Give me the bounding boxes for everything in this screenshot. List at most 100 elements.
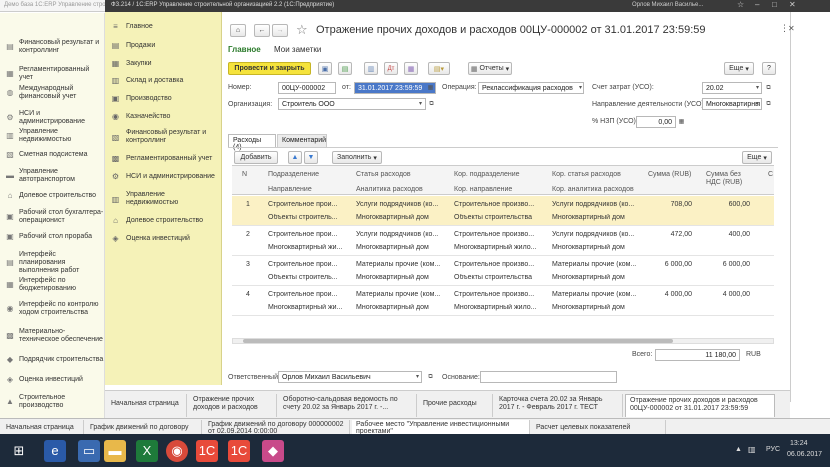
star-icon[interactable]: ☆ [296,22,308,38]
back-sidebar-item[interactable]: ▬ Управление автотранспортом [6,168,104,184]
reports-button[interactable]: ▦ Отчеты ▾ [468,62,512,75]
window-user[interactable]: Орлов Михаил Василье... [632,2,703,8]
calculator-icon[interactable]: ▦ [677,117,686,127]
row-cor-analytics[interactable]: Многоквартирный дом [552,304,642,311]
back-sidebar-item[interactable]: ⌂ Долевое строительство [6,192,104,200]
sidebar-item-shared-construction[interactable]: ⌂ Долевое строительство [111,216,219,225]
back-sidebar-item[interactable]: ◉ Интерфейс по контролю ходом строительст… [6,301,104,317]
tab-comment[interactable]: Комментарий [277,134,327,147]
sidebar-item-treasury[interactable]: ◉ Казначейство [111,112,219,121]
col-expense-analytics[interactable]: Аналитика расходов [356,186,423,193]
chevron-down-icon[interactable]: ▾ [753,83,762,93]
back-sidebar-item[interactable]: ▤ Финансовый результат и контроллинг [6,39,104,55]
window-tab-active[interactable]: Отражение прочих доходов и расходов 00ЦУ… [625,394,775,417]
nzp-field[interactable]: 0,00 [636,116,676,128]
row-dept[interactable]: Строительное прои... [268,201,350,208]
post-and-close-button[interactable]: Провести и закрыть [228,62,311,75]
col-expense-item[interactable]: Статья расходов [356,171,411,178]
window-tab[interactable]: Начальная страница [107,394,187,417]
row-cor-direction[interactable]: Многоквартирный жило... [454,244,546,251]
outer-tab[interactable]: График движений по договору 000000002 от… [204,420,350,435]
tab-expenses[interactable]: Расходы (4) [228,134,276,151]
col-cor-dept[interactable]: Кор. подразделение [454,171,520,178]
row-cor-analytics[interactable]: Многоквартирный дом [552,214,642,221]
fill-button[interactable]: Заполнить ▾ [332,151,382,164]
tab-my-notes[interactable]: Мои заметки [274,45,321,54]
col-dept[interactable]: Подразделение [268,171,319,178]
row-cor-analytics[interactable]: Многоквартирный дом [552,244,642,251]
row-cor-dept[interactable]: Строительное произво... [454,201,546,208]
row-cor-direction[interactable]: Объекты строительства [454,274,546,281]
sidebar-item-production[interactable]: ▣ Производство [111,94,219,103]
sidebar-item-sales[interactable]: ▤ Продажи [111,41,219,50]
open-icon[interactable]: ⧉ [427,99,436,109]
basis-field[interactable] [480,371,617,383]
table-hscrollbar[interactable] [232,338,774,344]
table-row[interactable]: 3 Строительное прои... Объекты строитель… [232,256,774,286]
col-sum[interactable]: Сумма (RUB) [648,171,692,179]
sidebar-item-purchases[interactable]: ▦ Закупки [111,59,219,68]
row-cor-direction[interactable]: Объекты строительства [454,214,546,221]
window-tab[interactable]: Отражение прочих доходов и расходов [189,394,277,417]
back-sidebar-item[interactable]: ▩ Материально-техническое обеспечение [6,328,104,344]
excel-icon[interactable]: X [136,440,158,462]
row-sum-net[interactable]: 6 000,00 [706,261,750,268]
onec-icon[interactable]: 1С [196,440,218,462]
more-button[interactable]: Еще ▾ [724,62,754,75]
col-cor-item[interactable]: Кор. статья расходов [552,171,621,178]
outer-tab[interactable]: График движений по договору [86,420,202,435]
row-cor-item[interactable]: Материалы прочие (ком... [552,291,642,298]
sidebar-item-realty[interactable]: ▥ Управление недвижимостью [111,191,219,207]
row-cor-dept[interactable]: Строительное произво... [454,291,546,298]
back-sidebar-item[interactable]: ▦ Регламентированный учет [6,66,104,82]
row-cor-dept[interactable]: Строительное произво... [454,261,546,268]
back-sidebar-item[interactable]: ▤ Интерфейс планирования выполнения работ [6,251,104,275]
row-sum-net[interactable]: 600,00 [706,201,750,208]
sidebar-item-finance[interactable]: ▧ Финансовый результат и контроллинг [111,129,219,145]
outer-tab-active[interactable]: Рабочее место "Управление инвестиционным… [352,420,530,435]
window-tab[interactable]: Прочие расходы [419,394,493,417]
table-more-button[interactable]: Еще ▾ [742,151,772,164]
row-direction[interactable]: Объекты строитель... [268,214,350,221]
window-tab[interactable]: Оборотно-сальдовая ведомость по счету 20… [279,394,417,417]
row-expense-item[interactable]: Материалы прочие (ком... [356,261,448,268]
row-dept[interactable]: Строительное прои... [268,231,350,238]
window-maximize[interactable]: □ [772,0,777,9]
ie-icon[interactable]: e [44,440,66,462]
sidebar-item-regulated[interactable]: ▩ Регламентированный учет [111,154,219,163]
table-row[interactable]: 4 Строительное прои... Многоквартирный ж… [232,286,774,316]
row-expense-analytics[interactable]: Многоквартирный дом [356,274,448,281]
row-cor-direction[interactable]: Многоквартирный жило... [454,304,546,311]
row-dept[interactable]: Строительное прои... [268,291,350,298]
row-expense-item[interactable]: Услуги подрядчиков (ко... [356,201,448,208]
organization-field[interactable]: Строитель ООО [278,98,426,110]
structure-button[interactable]: ▦ [404,62,418,75]
folder-icon[interactable]: ▬ [104,440,126,462]
responsible-field[interactable]: Орлов Михаил Васильевич [278,371,422,383]
explorer-icon[interactable]: ▭ [78,440,100,462]
row-cor-item[interactable]: Услуги подрядчиков (ко... [552,201,642,208]
row-sum[interactable]: 472,00 [648,231,692,238]
row-sum[interactable]: 6 000,00 [648,261,692,268]
back-sidebar-item[interactable]: ▣ Рабочий стол бухгалтера-операционист [6,209,104,225]
back-sidebar-item[interactable]: ▲ Строительное производство [6,394,104,410]
chevron-down-icon[interactable]: ▾ [413,372,422,382]
close-form-icon[interactable]: ✕ [788,24,795,33]
back-sidebar-item[interactable]: ◈ Оценка инвестиций [6,376,104,384]
post-button[interactable]: ▤ [338,62,352,75]
row-expense-analytics[interactable]: Многоквартирный дом [356,214,448,221]
row-cor-dept[interactable]: Строительное произво... [454,231,546,238]
outer-tab[interactable]: Начальная страница [2,420,84,435]
row-expense-item[interactable]: Материалы прочие (ком... [356,291,448,298]
chevron-down-icon[interactable]: ▾ [416,99,425,109]
col-sum-net[interactable]: Сумма без НДС (RUB) [706,171,756,187]
move-up-button[interactable]: ▲ [288,151,302,164]
print-button[interactable]: ▤▾ [428,62,450,75]
col-extra[interactable]: С [768,171,773,178]
taskbar-date[interactable]: 06.06.2017 [787,451,822,458]
row-cor-item[interactable]: Услуги подрядчиков (ко... [552,231,642,238]
forward-button[interactable]: → [272,24,288,37]
row-direction[interactable]: Многоквартирный жи... [268,304,350,311]
table-row[interactable]: 2 Строительное прои... Многоквартирный ж… [232,226,774,256]
row-direction[interactable]: Объекты строитель... [268,274,350,281]
